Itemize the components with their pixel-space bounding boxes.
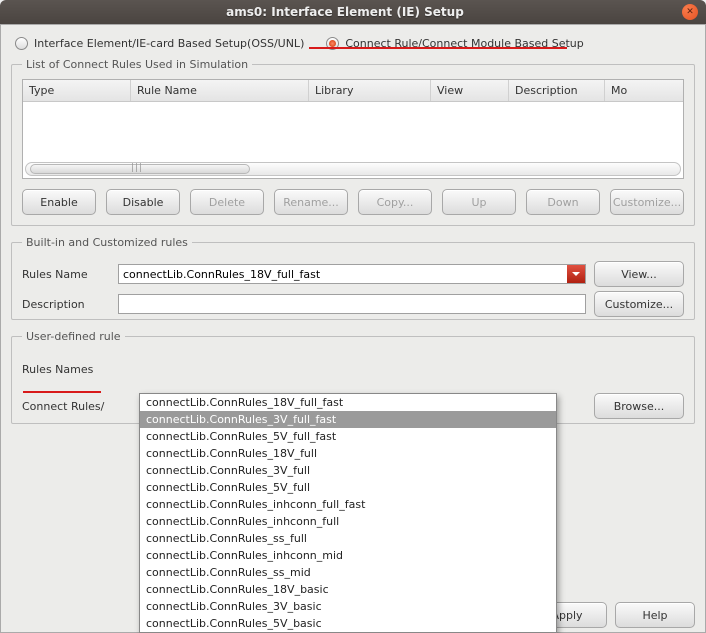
col-description[interactable]: Description bbox=[509, 80, 605, 101]
connect-rules-label: Connect Rules/ bbox=[22, 400, 110, 413]
down-button[interactable]: Down bbox=[526, 189, 600, 215]
rules-name-value: connectLib.ConnRules_18V_full_fast bbox=[123, 268, 320, 281]
col-type[interactable]: Type bbox=[23, 80, 131, 101]
dropdown-item[interactable]: connectLib.ConnRules_inhconn_mid bbox=[140, 547, 556, 564]
help-button[interactable]: Help bbox=[615, 602, 695, 628]
userdef-legend: User-defined rule bbox=[22, 330, 125, 343]
radio-oss-label: Interface Element/IE-card Based Setup(OS… bbox=[34, 37, 304, 50]
col-library[interactable]: Library bbox=[309, 80, 431, 101]
rules-dropdown-list[interactable]: connectLib.ConnRules_18V_full_fastconnec… bbox=[139, 393, 557, 633]
dropdown-item[interactable]: connectLib.ConnRules_18V_basic bbox=[140, 581, 556, 598]
annotation-underline-rules bbox=[23, 391, 101, 393]
up-button[interactable]: Up bbox=[442, 189, 516, 215]
description-label: Description bbox=[22, 298, 110, 311]
dropdown-item[interactable]: connectLib.ConnRules_inhconn_full bbox=[140, 513, 556, 530]
col-rule[interactable]: Rule Name bbox=[131, 80, 309, 101]
builtin-legend: Built-in and Customized rules bbox=[22, 236, 192, 249]
h-scrollbar[interactable] bbox=[25, 162, 681, 176]
dropdown-item[interactable]: connectLib.ConnRules_inhconn_full_fast bbox=[140, 496, 556, 513]
col-mod[interactable]: Mo bbox=[605, 80, 683, 101]
rename-button[interactable]: Rename... bbox=[274, 189, 348, 215]
chevron-down-icon[interactable] bbox=[567, 265, 585, 283]
description-field[interactable] bbox=[118, 294, 586, 314]
enable-button[interactable]: Enable bbox=[22, 189, 96, 215]
dropdown-item[interactable]: connectLib.ConnRules_3V_full bbox=[140, 462, 556, 479]
dropdown-item[interactable]: connectLib.ConnRules_5V_basic bbox=[140, 615, 556, 632]
rules-name-label: Rules Name bbox=[22, 268, 110, 281]
rules-actions: Enable Disable Delete Rename... Copy... … bbox=[22, 189, 684, 215]
view-button[interactable]: View... bbox=[594, 261, 684, 287]
builtin-group: Built-in and Customized rules Rules Name… bbox=[11, 236, 695, 320]
window-title: ams0: Interface Element (IE) Setup bbox=[8, 5, 682, 19]
close-icon[interactable]: ✕ bbox=[682, 4, 698, 20]
radio-oss[interactable] bbox=[15, 37, 28, 50]
dropdown-item[interactable]: connectLib.ConnRules_3V_basic bbox=[140, 598, 556, 615]
h-scroll-thumb[interactable] bbox=[30, 164, 250, 174]
disable-button[interactable]: Disable bbox=[106, 189, 180, 215]
rules-name-combo[interactable]: connectLib.ConnRules_18V_full_fast bbox=[118, 264, 586, 284]
dropdown-item[interactable]: connectLib.ConnRules_18V_full_fast bbox=[140, 394, 556, 411]
rules-table[interactable]: Type Rule Name Library View Description … bbox=[22, 79, 684, 179]
table-header: Type Rule Name Library View Description … bbox=[23, 80, 683, 102]
rules-list-legend: List of Connect Rules Used in Simulation bbox=[22, 58, 252, 71]
col-view[interactable]: View bbox=[431, 80, 509, 101]
dropdown-item[interactable]: connectLib.ConnRules_18V_full bbox=[140, 445, 556, 462]
dropdown-item[interactable]: connectLib.ConnRules_ss_full bbox=[140, 530, 556, 547]
customize2-button[interactable]: Customize... bbox=[594, 291, 684, 317]
copy-button[interactable]: Copy... bbox=[358, 189, 432, 215]
dropdown-item[interactable]: connectLib.ConnRules_5V_full bbox=[140, 479, 556, 496]
titlebar: ams0: Interface Element (IE) Setup ✕ bbox=[0, 0, 706, 24]
rules-list-group: List of Connect Rules Used in Simulation… bbox=[11, 58, 695, 226]
dropdown-item[interactable]: connectLib.ConnRules_ss_mid bbox=[140, 564, 556, 581]
delete-button[interactable]: Delete bbox=[190, 189, 264, 215]
annotation-underline bbox=[309, 47, 567, 49]
dropdown-item[interactable]: connectLib.ConnRules_5V_full_fast bbox=[140, 428, 556, 445]
browse-button[interactable]: Browse... bbox=[594, 393, 684, 419]
user-rules-names-label: Rules Names bbox=[22, 363, 110, 376]
window-body: Interface Element/IE-card Based Setup(OS… bbox=[0, 24, 706, 633]
dropdown-item[interactable]: connectLib.ConnRules_3V_full_fast bbox=[140, 411, 556, 428]
customize-button[interactable]: Customize... bbox=[610, 189, 684, 215]
